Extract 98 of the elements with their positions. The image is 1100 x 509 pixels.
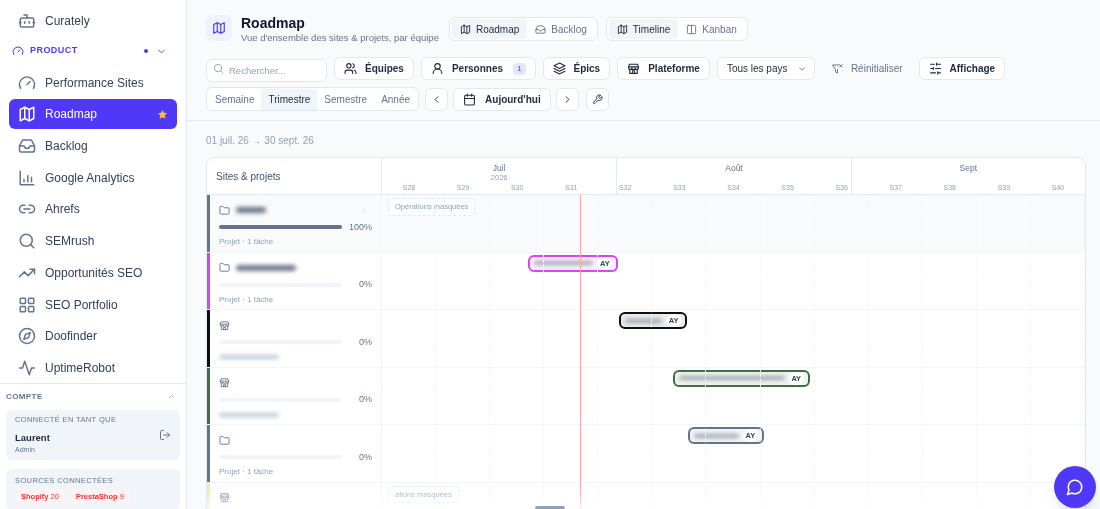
switch-tab[interactable]: Kanban: [678, 19, 745, 39]
wrench-icon: [591, 93, 603, 105]
chat-icon: [1066, 478, 1084, 496]
grid-icon: [18, 295, 36, 314]
columns-icon: [686, 23, 698, 35]
store-icon: [219, 492, 230, 504]
search-icon: [213, 63, 224, 75]
user-name: Laurent: [15, 430, 51, 445]
column-header: Sites & projets: [216, 169, 281, 184]
sidebar-item[interactable]: Performance Sites: [9, 67, 177, 98]
sliders-icon: [928, 62, 942, 76]
bar-chart-icon: [18, 168, 36, 187]
map-icon: [616, 23, 628, 35]
switch-tab[interactable]: Backlog: [527, 19, 595, 39]
search-icon: [18, 232, 36, 251]
filter-button[interactable]: Plateforme: [617, 57, 710, 81]
period-tab[interactable]: Semestre: [317, 88, 375, 110]
project-row-header[interactable]: 0%: [210, 310, 382, 367]
gauge-icon: [12, 45, 24, 57]
redacted-text: [219, 412, 279, 417]
filter-button[interactable]: Affichage: [918, 57, 1006, 81]
row-subtitle: Projet · 1 tâche: [219, 293, 274, 306]
section-label: COMPTE: [6, 390, 43, 403]
month-label: Sept: [959, 163, 978, 174]
previous-button[interactable]: [425, 87, 449, 111]
project-row-header[interactable]: 0% Projet · 1 tâche: [210, 252, 382, 310]
progress-percent: 100%: [348, 220, 372, 234]
map-icon: [18, 105, 36, 124]
tools-button[interactable]: [585, 87, 609, 111]
row-subtitle: Projet · 1 tâche: [219, 466, 274, 479]
period-tab[interactable]: Semaine: [208, 88, 262, 110]
switch-tab[interactable]: Roadmap: [451, 19, 528, 39]
folder-icon: [219, 262, 230, 274]
redacted-text: [236, 264, 296, 271]
sidebar-item[interactable]: UptimeRobot: [9, 352, 177, 383]
calendar-icon: [463, 92, 477, 106]
chat-button[interactable]: [1054, 466, 1096, 508]
row-subtitle: Projet · 1 tâche: [219, 236, 274, 249]
chevron-right-icon[interactable]: [359, 205, 368, 215]
month-label: Juil: [492, 163, 506, 174]
redacted-text: [625, 318, 663, 323]
logout-button[interactable]: [159, 428, 171, 441]
date-range: 01 juil. 26 → 30 sept. 26: [206, 134, 315, 147]
sidebar-item[interactable]: Google Analytics: [9, 162, 177, 193]
progress-percent: 0%: [359, 393, 372, 406]
pulse-icon: [18, 358, 36, 377]
count-badge: 1: [513, 62, 526, 75]
store-icon: [627, 62, 641, 76]
redacted-text: [694, 433, 739, 438]
logout-icon: [159, 428, 171, 441]
period-tab[interactable]: Trimestre: [261, 88, 318, 110]
country-dropdown[interactable]: Tous les pays: [716, 57, 815, 81]
month-label: Août: [725, 163, 743, 174]
inbox-icon: [18, 137, 36, 156]
search-field[interactable]: Rechercher...: [206, 59, 327, 83]
redacted-text: [533, 261, 594, 266]
compass-icon: [18, 327, 36, 346]
reset-button[interactable]: Réinitialiser: [821, 57, 912, 81]
project-row-header[interactable]: 0%: [210, 367, 382, 425]
progress-percent: 0%: [359, 450, 372, 464]
section-header[interactable]: PRODUCT: [12, 44, 78, 58]
today-button[interactable]: Aujourd'hui: [453, 87, 551, 111]
progress-percent: 0%: [359, 335, 372, 349]
progress-percent: 0%: [359, 278, 372, 291]
period-tab[interactable]: Année: [374, 88, 418, 110]
map-icon: [459, 23, 471, 35]
users-icon: [344, 62, 357, 76]
redacted-text: [219, 355, 279, 360]
filter-button[interactable]: Personnes 1: [420, 57, 536, 81]
inbox-icon: [535, 23, 547, 35]
sidebar-item[interactable]: Curately: [9, 6, 177, 36]
store-icon: [219, 319, 230, 331]
map-icon: [212, 21, 226, 35]
filter-clear-icon: [830, 62, 843, 75]
sidebar-item[interactable]: Ahrefs: [9, 194, 177, 225]
filter-button[interactable]: Épics: [542, 57, 611, 81]
next-button[interactable]: [555, 87, 579, 111]
sidebar-item[interactable]: Roadmap: [9, 99, 177, 130]
filter-button[interactable]: Équipes: [334, 57, 414, 81]
page-subtitle: Vue d'ensemble des sites & projets, par équipe: [241, 31, 439, 45]
folder-icon: [219, 204, 230, 216]
page-title: Roadmap: [241, 15, 306, 31]
folder-icon: [219, 434, 230, 446]
user-icon: [430, 62, 444, 76]
sidebar-item[interactable]: SEO Portfolio: [9, 289, 177, 320]
sidebar-item[interactable]: Opportunités SEO: [9, 257, 177, 288]
project-row-header[interactable]: 100% Projet · 1 tâche: [210, 195, 382, 252]
robot-icon: [18, 12, 36, 30]
sidebar-item[interactable]: SEMrush: [9, 226, 177, 257]
sidebar-item[interactable]: Backlog: [9, 131, 177, 162]
project-row-header[interactable]: 0% Projet · 1 tâche: [210, 425, 382, 482]
gauge-icon: [18, 73, 36, 92]
redacted-text: [236, 207, 266, 214]
layers-icon: [552, 62, 566, 76]
scrollbar-thumb[interactable]: [535, 506, 565, 509]
sidebar-item[interactable]: Doofinder: [9, 321, 177, 352]
switch-tab[interactable]: Timeline: [608, 19, 679, 39]
store-icon: [219, 377, 230, 389]
